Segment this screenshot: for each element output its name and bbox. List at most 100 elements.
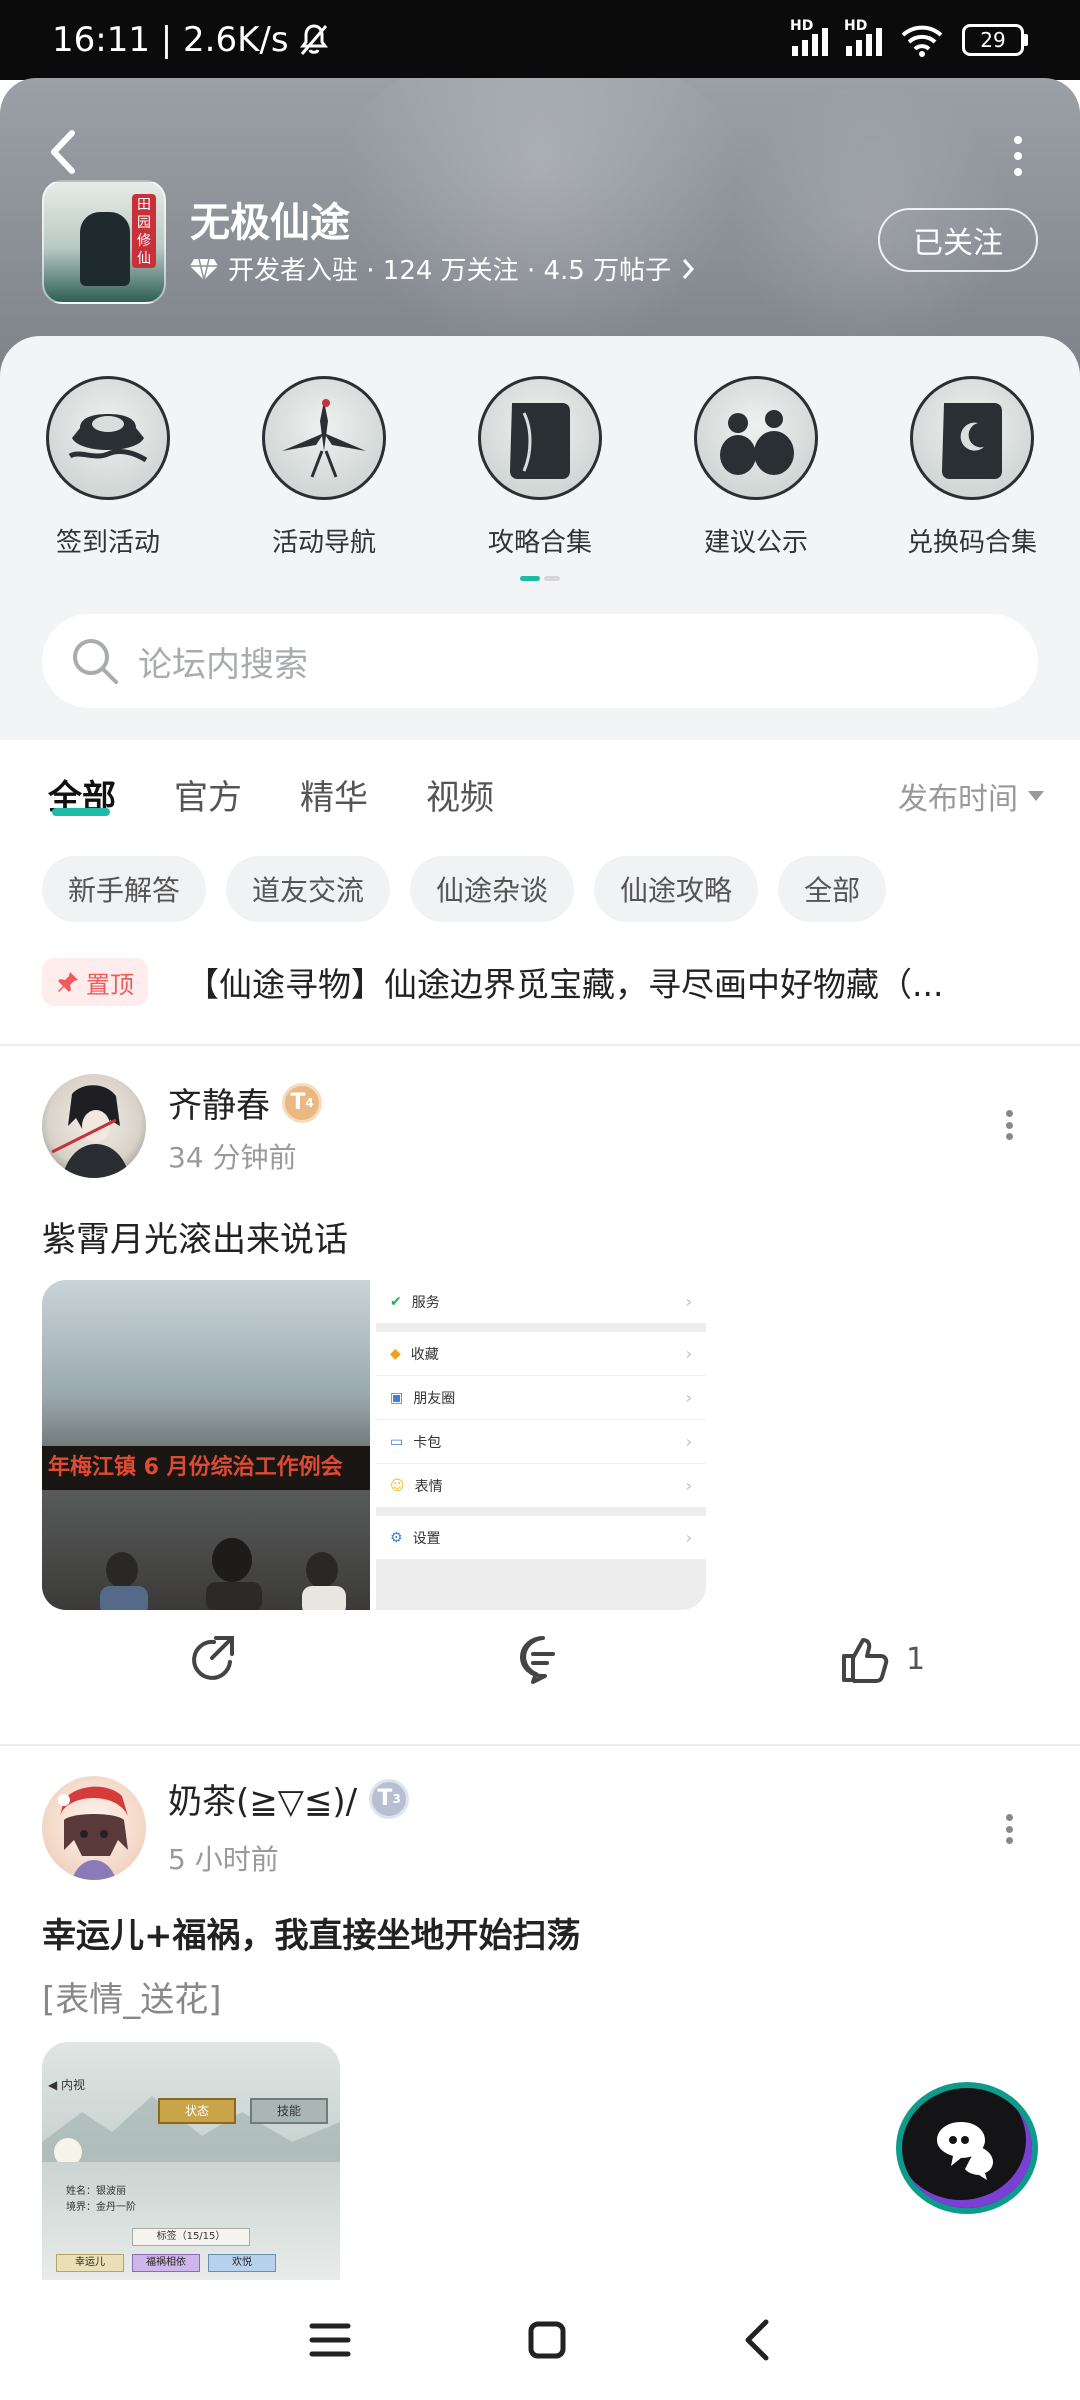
post-time: 34 分钟前 — [168, 1141, 297, 1174]
chevron-right-icon — [682, 258, 695, 279]
avatar[interactable] — [42, 1776, 146, 1880]
shortcut-checkin[interactable]: 签到活动 — [0, 376, 216, 559]
app-icon-badge: 田园修仙 — [132, 194, 156, 268]
back-button[interactable] — [48, 122, 92, 182]
bell-muted-icon — [299, 24, 328, 55]
level-badge: T4 — [282, 1082, 322, 1123]
tab-official[interactable]: 官方 — [174, 770, 242, 819]
search-placeholder: 论坛内搜索 — [138, 644, 308, 685]
chip-misc-talk[interactable]: 仙途杂谈 — [410, 856, 575, 922]
shortcut-label: 攻略合集 — [487, 528, 592, 558]
forum-sheet: 签到活动 活动导航 攻略合集 建议公示 兑换码合集 论坛内搜索 — [0, 336, 1080, 740]
author-name: 奶茶(≧▽≦)/ — [168, 1782, 358, 1822]
chip-fellow-chat[interactable]: 道友交流 — [226, 856, 391, 922]
pinned-post[interactable]: 置顶 【仙途寻物】仙途边界觅宝藏，寻尽画中好物藏（... — [42, 952, 1042, 1012]
game-tab-status: 状态 — [158, 2098, 236, 2124]
status-right: HD HD 29 — [790, 18, 1028, 57]
gold-ingot-icon — [46, 376, 170, 500]
shortcut-label: 兑换码合集 — [906, 528, 1037, 558]
sort-dropdown[interactable]: 发布时间 — [898, 774, 1044, 818]
game-tag: 幸运儿 — [56, 2254, 124, 2272]
thumbs-up-icon — [842, 1638, 889, 1683]
tab-active-indicator — [52, 808, 110, 816]
caret-down-icon — [1028, 791, 1044, 801]
chip-newbie-qa[interactable]: 新手解答 — [42, 856, 207, 922]
menu-row: ✔ 服务 › — [376, 1280, 706, 1324]
author-name: 齐静春 — [168, 1086, 270, 1126]
game-tags-header: 标签（15/15） — [132, 2228, 250, 2246]
menu-row: ☺ 表情 › — [376, 1464, 706, 1508]
post-excerpt: [表情_送花] — [42, 1980, 222, 2020]
game-back-label: ◀ 内视 — [48, 2078, 86, 2092]
status-time-speed: 16:11 | 2.6K/s — [52, 20, 289, 60]
menu-row: ▭ 卡包 › — [376, 1420, 706, 1464]
moon-scroll-icon — [910, 376, 1034, 500]
shortcut-nav[interactable]: 活动导航 — [216, 376, 432, 559]
wifi-icon — [901, 25, 943, 57]
home-icon[interactable] — [527, 2320, 567, 2360]
game-tab-skills: 技能 — [250, 2098, 328, 2124]
divider — [0, 1744, 1080, 1746]
sort-label: 发布时间 — [898, 782, 1018, 817]
chevron-left-icon — [51, 130, 75, 174]
post-image-grid[interactable]: 年梅江镇 6 月份综治工作例会 ✔ 服务 › ◆ 收藏 › ▣ 朋友圈 › ▭ 卡包 › ☺ 表情… — [42, 1280, 706, 1610]
shortcut-suggestions[interactable]: 建议公示 — [648, 376, 864, 559]
status-bar: 16:11 | 2.6K/s HD HD 29 — [0, 0, 1080, 80]
back-icon[interactable] — [742, 2318, 772, 2362]
pinned-title: 【仙途寻物】仙途边界觅宝藏，寻尽画中好物藏（... — [186, 965, 944, 1004]
tab-featured[interactable]: 精华 — [300, 770, 368, 819]
battery-icon: 29 — [962, 24, 1028, 56]
shortcut-pager — [520, 576, 560, 581]
post-actions: 1 — [0, 1632, 1080, 1712]
avatar[interactable] — [42, 1074, 146, 1178]
like-button[interactable]: 1 — [838, 1632, 925, 1686]
forum-meta-text: 开发者入驻 · 124 万关注 · 4.5 万帖子 — [228, 256, 672, 286]
game-name-line: 姓名：银波丽 — [66, 2186, 126, 2197]
diamond-icon — [190, 258, 218, 280]
menu-row: ◆ 收藏 › — [376, 1332, 706, 1376]
post-author[interactable]: 齐静春 T4 — [168, 1078, 322, 1127]
menu-row: ▣ 朋友圈 › — [376, 1376, 706, 1420]
like-count: 1 — [906, 1641, 926, 1677]
forum-search-bar[interactable]: 论坛内搜索 — [42, 614, 1038, 708]
post-image-meeting[interactable]: 年梅江镇 6 月份综治工作例会 — [42, 1280, 370, 1610]
post-more-button[interactable] — [1004, 1110, 1014, 1140]
menu-row: ⚙ 设置 › — [376, 1516, 706, 1560]
forum-header: 田园修仙 无极仙途 开发者入驻 · 124 万关注 · 4.5 万帖子 已关注 — [0, 78, 1080, 378]
level-badge: T3 — [369, 1778, 410, 1819]
post-time: 5 小时前 — [168, 1843, 279, 1876]
post-title[interactable]: 紫霄月光滚出来说话 — [42, 1212, 348, 1261]
shortcut-label: 建议公示 — [703, 528, 808, 558]
photo-banner-text: 年梅江镇 6 月份综治工作例会 — [42, 1446, 370, 1490]
post-image-game[interactable]: ◀ 内视 状态 技能 姓名：银波丽 境界：金丹一阶 标签（15/15） 幸运儿 … — [42, 2042, 340, 2282]
post-more-button[interactable] — [1004, 1814, 1014, 1844]
tab-video[interactable]: 视频 — [426, 770, 494, 819]
crane-icon — [262, 376, 386, 500]
system-nav-bar — [0, 2280, 1080, 2400]
forum-meta[interactable]: 开发者入驻 · 124 万关注 · 4.5 万帖子 — [190, 250, 695, 287]
status-left: 16:11 | 2.6K/s — [52, 20, 329, 60]
comment-button[interactable] — [516, 1632, 570, 1686]
follow-button[interactable]: 已关注 — [878, 208, 1038, 272]
post-image-settings-screenshot[interactable]: ✔ 服务 › ◆ 收藏 › ▣ 朋友圈 › ▭ 卡包 › ☺ 表情 › ⚙ 设置 › — [376, 1280, 706, 1610]
new-post-fab[interactable] — [896, 2082, 1038, 2214]
game-realm-line: 境界：金丹一阶 — [66, 2202, 136, 2213]
more-options-button[interactable] — [1010, 136, 1026, 176]
post-author[interactable]: 奶茶(≧▽≦)/ T3 — [168, 1774, 410, 1823]
forum-title: 无极仙途 — [190, 200, 350, 246]
menu-icon[interactable] — [308, 2320, 352, 2360]
pin-icon — [58, 972, 78, 992]
category-chips: 新手解答 道友交流 仙途杂谈 仙途攻略 全部 — [42, 856, 887, 922]
search-icon — [73, 639, 118, 684]
shortcut-label: 签到活动 — [55, 528, 160, 558]
shortcut-row: 签到活动 活动导航 攻略合集 建议公示 兑换码合集 — [0, 376, 1080, 559]
signal-icon: HD — [790, 18, 828, 56]
chip-guides[interactable]: 仙途攻略 — [594, 856, 759, 922]
share-button[interactable] — [186, 1632, 240, 1686]
game-tag: 欢悦 — [208, 2254, 276, 2272]
scroll-book-icon — [478, 376, 602, 500]
shortcut-guides[interactable]: 攻略合集 — [432, 376, 648, 559]
post-title[interactable]: 幸运儿+福祸，我直接坐地开始扫荡 — [42, 1908, 581, 1957]
shortcut-redeem-codes[interactable]: 兑换码合集 — [864, 376, 1080, 559]
chip-all[interactable]: 全部 — [778, 856, 887, 922]
